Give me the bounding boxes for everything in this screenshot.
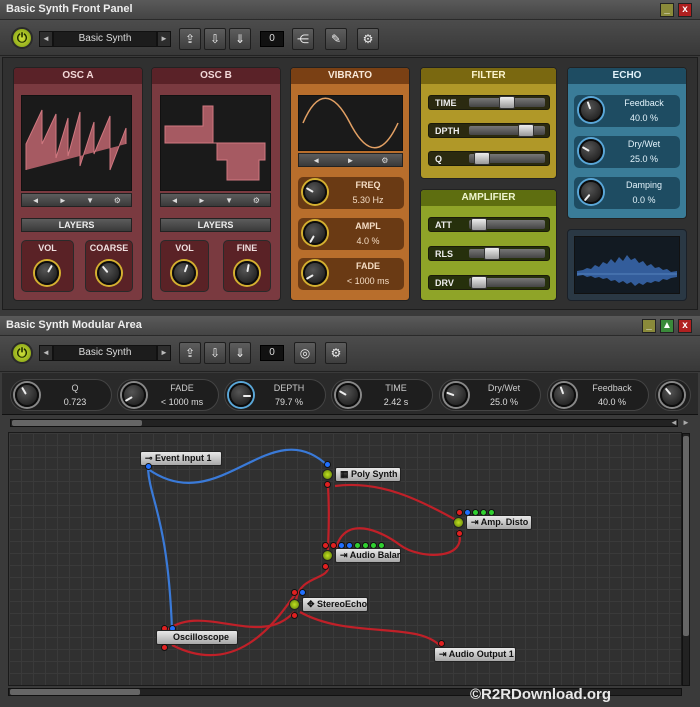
node-oscilloscope-label: Oscilloscope	[173, 632, 230, 642]
node-arrow-icon: ⊸	[145, 453, 156, 463]
graph-horizontal-thumb[interactable]	[10, 689, 140, 695]
node-amp-disto[interactable]: ⇥ Amp. Disto	[466, 515, 532, 530]
amp-input-pin-1[interactable]	[456, 509, 463, 516]
node-amp-disto-label: Amp. Disto	[480, 517, 529, 527]
stereo-echo-power-icon[interactable]	[289, 599, 300, 610]
node-arrow-icon: ⇥	[340, 550, 350, 560]
node-audio-balance[interactable]: ⇥ Audio Balar	[335, 548, 401, 563]
poly-synth-input-pin[interactable]	[324, 461, 331, 468]
node-poly-synth-label: Poly Synth	[351, 469, 398, 479]
balance-output-pin[interactable]	[322, 563, 329, 570]
node-audio-output-label: Audio Output 1	[448, 649, 514, 659]
move-icon: ✥	[307, 599, 318, 609]
scope-output-pin[interactable]	[161, 644, 168, 651]
node-arrow-icon: ⇥	[439, 649, 449, 659]
graph-vertical-scrollbar[interactable]	[682, 433, 690, 686]
node-stereo-echo-label: StereoEcho	[317, 599, 368, 609]
echo-input-pin-2[interactable]	[299, 589, 306, 596]
watermark: ©R2RDownload.org	[470, 686, 612, 703]
node-event-input-label: Event Input 1	[155, 453, 212, 463]
audio-output-input-pin[interactable]	[438, 640, 445, 647]
event-output-pin[interactable]	[145, 463, 152, 470]
audio-balance-power-icon[interactable]	[322, 550, 333, 561]
poly-synth-output-pin[interactable]	[324, 481, 331, 488]
node-audio-output[interactable]: ⇥ Audio Output 1	[434, 647, 516, 662]
amp-output-pin[interactable]	[456, 530, 463, 537]
echo-output-pin[interactable]	[291, 612, 298, 619]
node-arrow-icon: ⇥	[471, 517, 481, 527]
node-event-input[interactable]: ⊸ Event Input 1	[140, 451, 222, 466]
echo-input-pin-1[interactable]	[291, 589, 298, 596]
node-oscilloscope[interactable]: Oscilloscope	[156, 630, 238, 645]
keyboard-icon: ▦	[340, 469, 352, 479]
node-poly-synth[interactable]: ▦ Poly Synth	[335, 467, 401, 482]
graph-vertical-thumb[interactable]	[683, 436, 689, 636]
poly-synth-power-icon[interactable]	[322, 469, 333, 480]
balance-input-pin-1[interactable]	[322, 542, 329, 549]
node-stereo-echo[interactable]: ✥ StereoEcho	[302, 597, 368, 612]
amp-disto-power-icon[interactable]	[453, 517, 464, 528]
node-audio-balance-label: Audio Balar	[349, 550, 401, 560]
